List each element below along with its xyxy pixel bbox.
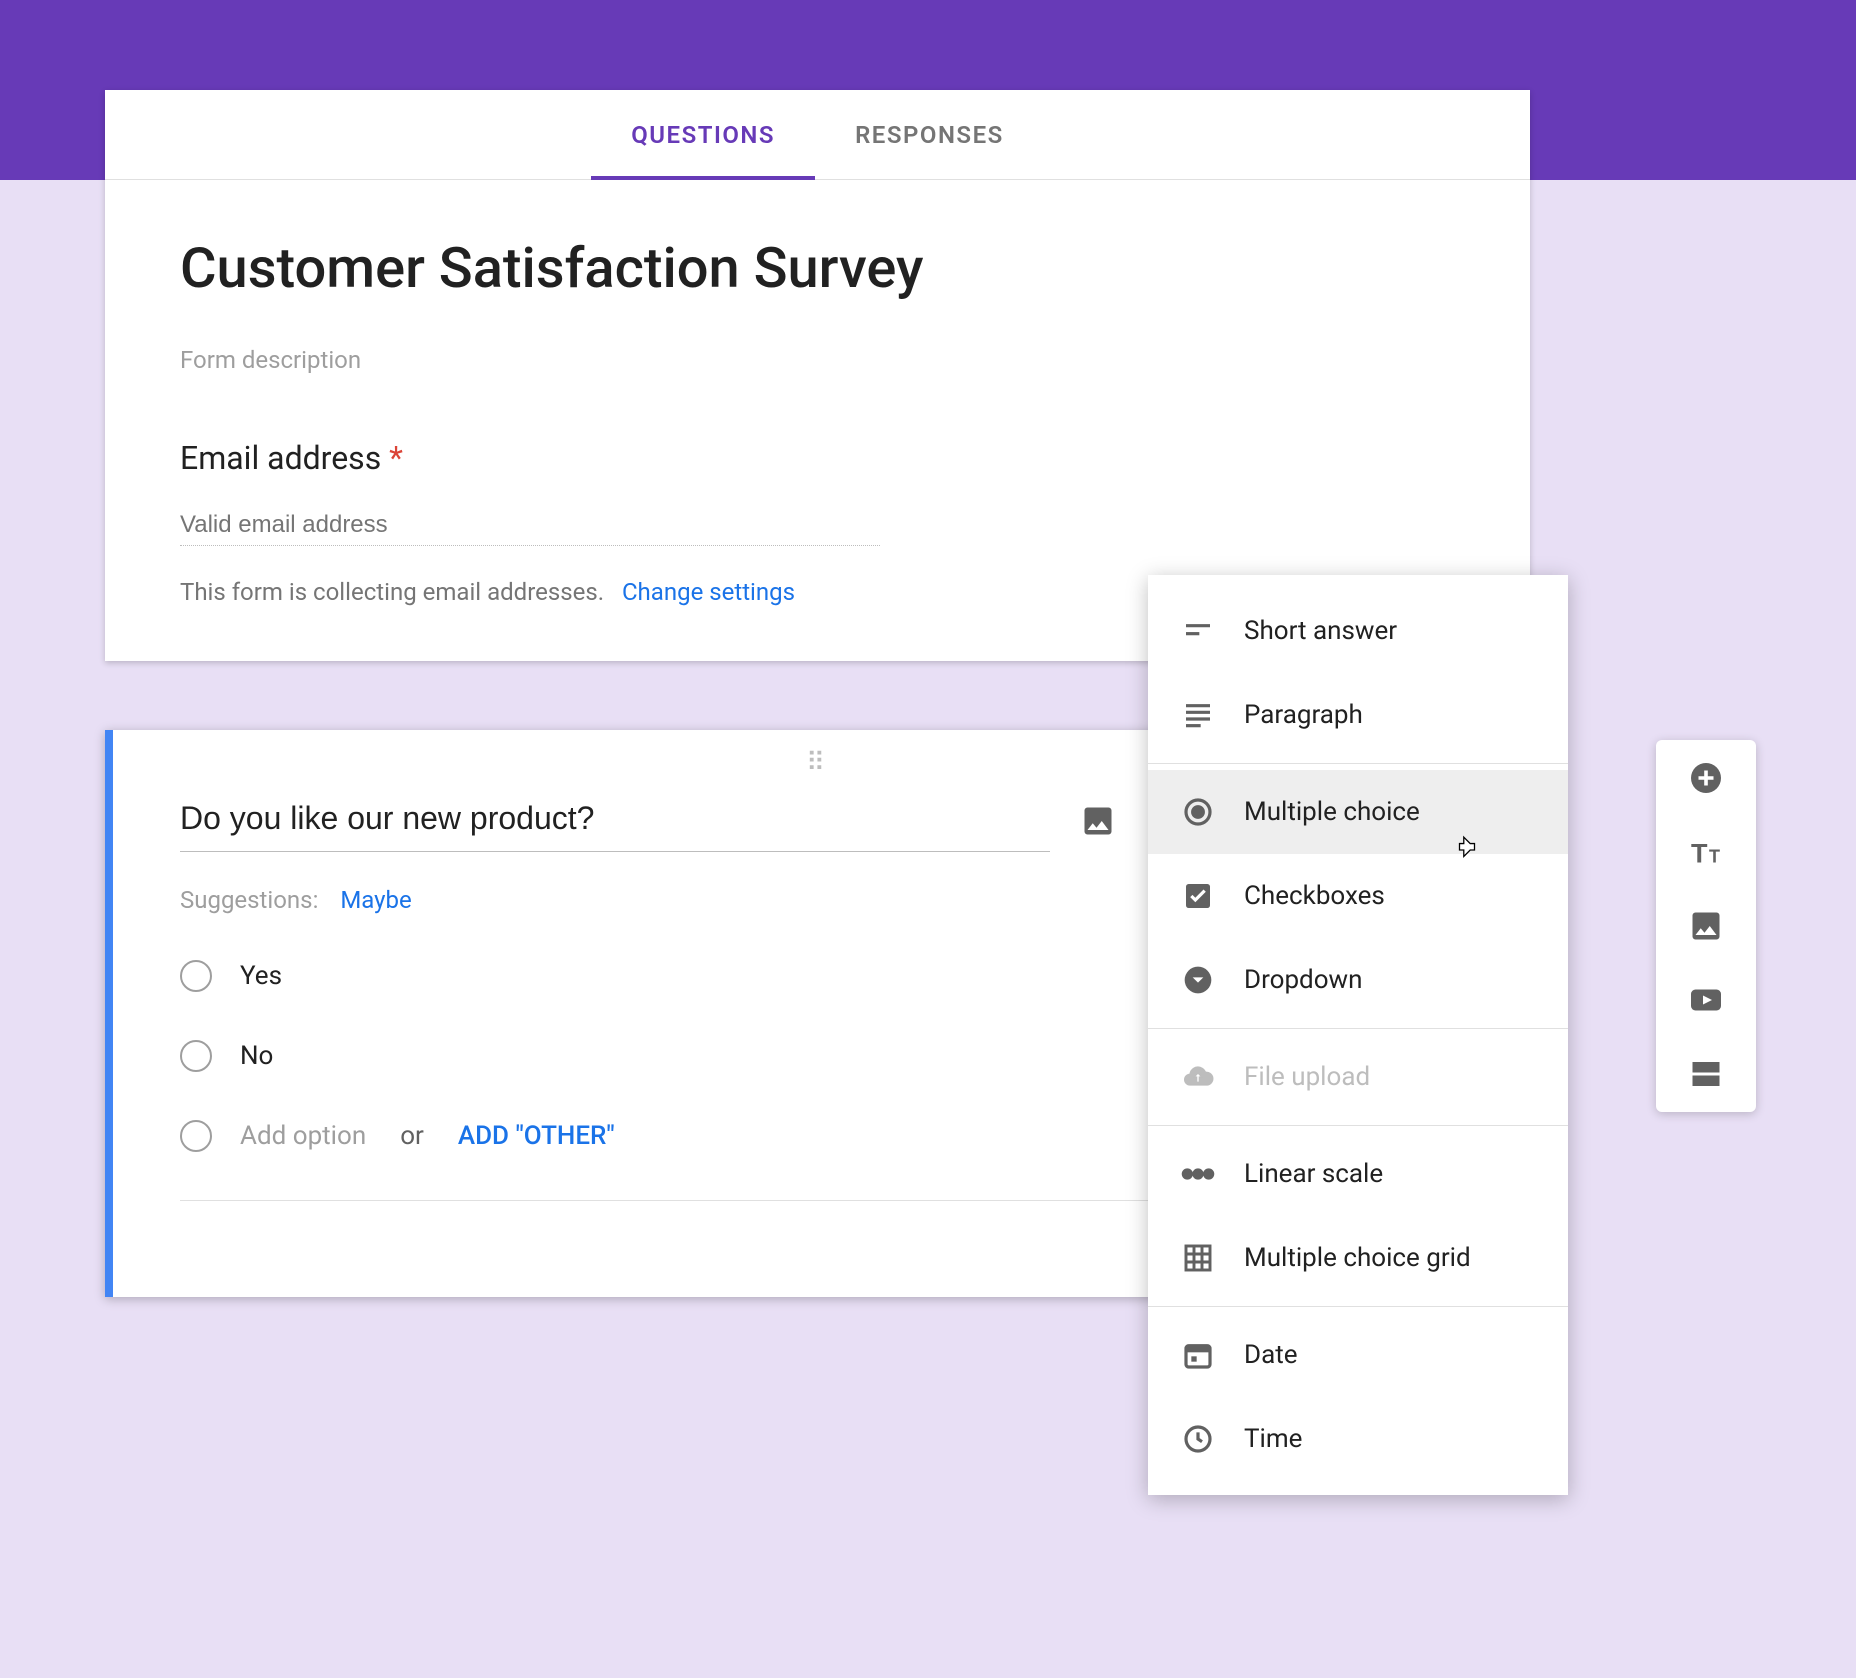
change-settings-link[interactable]: Change settings <box>622 578 795 606</box>
svg-text:T: T <box>1709 847 1720 867</box>
menu-separator <box>1148 1306 1568 1307</box>
option-label[interactable]: No <box>240 1041 273 1071</box>
menu-label: Checkboxes <box>1244 881 1385 911</box>
type-dropdown[interactable]: Dropdown <box>1148 938 1568 1022</box>
email-note-text: This form is collecting email addresses. <box>180 578 604 606</box>
add-image-toolbar-button[interactable] <box>1684 904 1728 948</box>
suggestion-maybe[interactable]: Maybe <box>340 886 411 914</box>
dropdown-icon <box>1180 962 1216 998</box>
type-file-upload: File upload <box>1148 1035 1568 1119</box>
paragraph-icon <box>1180 697 1216 733</box>
type-multiple-choice[interactable]: Multiple choice <box>1148 770 1568 854</box>
menu-separator <box>1148 1028 1568 1029</box>
or-separator: or <box>400 1121 424 1151</box>
calendar-icon <box>1180 1337 1216 1373</box>
question-type-menu: Short answer Paragraph Multiple choice C… <box>1148 575 1568 1495</box>
menu-label: Time <box>1244 1424 1302 1454</box>
grid-icon <box>1180 1240 1216 1276</box>
menu-label: File upload <box>1244 1062 1370 1092</box>
add-video-button[interactable] <box>1684 978 1728 1022</box>
form-description[interactable]: Form description <box>180 346 1455 374</box>
form-title[interactable]: Customer Satisfaction Survey <box>180 235 1455 301</box>
suggestions-label: Suggestions: <box>180 886 318 914</box>
add-question-button[interactable] <box>1684 756 1728 800</box>
menu-label: Short answer <box>1244 616 1397 646</box>
radio-icon <box>180 1040 212 1072</box>
type-date[interactable]: Date <box>1148 1313 1568 1397</box>
linear-scale-icon <box>1180 1156 1216 1192</box>
add-image-button[interactable] <box>1080 803 1120 843</box>
menu-label: Date <box>1244 1340 1298 1370</box>
short-answer-icon <box>1180 613 1216 649</box>
menu-separator <box>1148 763 1568 764</box>
type-linear-scale[interactable]: Linear scale <box>1148 1132 1568 1216</box>
required-asterisk: * <box>389 439 403 477</box>
radio-icon <box>1180 794 1216 830</box>
add-section-button[interactable] <box>1684 1052 1728 1096</box>
type-short-answer[interactable]: Short answer <box>1148 589 1568 673</box>
tab-questions[interactable]: QUESTIONS <box>591 90 815 179</box>
type-time[interactable]: Time <box>1148 1397 1568 1481</box>
option-label[interactable]: Yes <box>240 961 282 991</box>
tab-responses[interactable]: RESPONSES <box>815 90 1044 179</box>
add-other-button[interactable]: ADD "OTHER" <box>458 1121 615 1151</box>
add-title-button[interactable]: TT <box>1684 830 1728 874</box>
type-mc-grid[interactable]: Multiple choice grid <box>1148 1216 1568 1300</box>
type-paragraph[interactable]: Paragraph <box>1148 673 1568 757</box>
email-label-text: Email address <box>180 439 381 477</box>
menu-label: Paragraph <box>1244 700 1363 730</box>
radio-icon <box>180 960 212 992</box>
tabs: QUESTIONS RESPONSES <box>105 90 1530 180</box>
menu-label: Multiple choice grid <box>1244 1243 1471 1273</box>
question-input[interactable] <box>180 794 1050 852</box>
menu-label: Dropdown <box>1244 965 1362 995</box>
email-label: Email address * <box>180 439 1455 477</box>
cloud-upload-icon <box>1180 1059 1216 1095</box>
add-option-button[interactable]: Add option <box>240 1121 366 1151</box>
checkbox-icon <box>1180 878 1216 914</box>
side-toolbar: TT <box>1656 740 1756 1112</box>
clock-icon <box>1180 1421 1216 1457</box>
type-checkboxes[interactable]: Checkboxes <box>1148 854 1568 938</box>
menu-label: Linear scale <box>1244 1159 1383 1189</box>
radio-icon <box>180 1120 212 1152</box>
menu-separator <box>1148 1125 1568 1126</box>
email-input <box>180 505 880 546</box>
svg-text:T: T <box>1691 839 1708 869</box>
menu-label: Multiple choice <box>1244 797 1420 827</box>
